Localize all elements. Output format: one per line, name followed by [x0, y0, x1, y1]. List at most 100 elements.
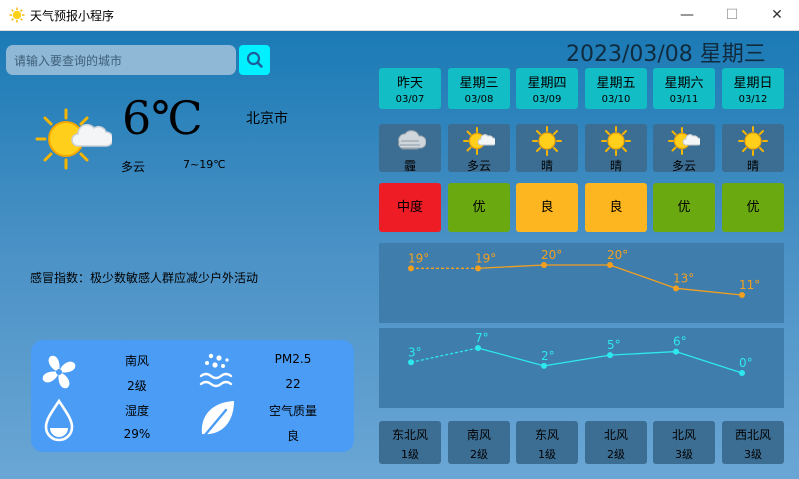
high-temp-point — [607, 262, 613, 268]
aqi-badge: 优 — [448, 183, 510, 232]
city-search-input[interactable] — [12, 50, 231, 72]
minimize-button[interactable]: — — [676, 4, 698, 26]
day-date: 03/07 — [395, 94, 425, 105]
search-box — [6, 45, 236, 75]
day-tab[interactable]: 星期五 03/10 — [585, 68, 647, 109]
day-tab[interactable]: 星期日 03/12 — [722, 68, 784, 109]
low-temp-point — [541, 362, 547, 369]
pm25-value: 22 — [285, 377, 301, 391]
low-temp-point — [607, 352, 613, 359]
low-temp-point — [673, 348, 679, 355]
date-heading: 2023/03/08 星期三 — [566, 42, 766, 67]
maximize-button[interactable]: ☐ — [721, 4, 743, 26]
high-temp-label: 19° — [475, 251, 496, 265]
day-date: 03/11 — [669, 94, 699, 105]
day-tab[interactable]: 昨天 03/07 — [379, 68, 441, 109]
high-temp-label: 20° — [607, 248, 628, 262]
low-temp-label: 3° — [408, 345, 422, 359]
pm25-label: PM2.5 — [274, 352, 312, 366]
fan-icon — [42, 355, 76, 389]
partly-cloudy-sun-icon — [35, 108, 112, 170]
high-temp-point — [475, 265, 481, 272]
day-weather-cell: 晴 — [516, 124, 578, 173]
city-name: 北京市 — [246, 111, 288, 127]
partly-cloudy-sun-icon — [668, 127, 700, 155]
day-wind-direction: 北风 — [603, 428, 628, 442]
humidity-drop-icon — [44, 398, 74, 442]
high-temp-label: 13° — [673, 271, 694, 285]
day-weather-label: 晴 — [540, 159, 553, 173]
day-weather-cell: 多云 — [653, 124, 715, 173]
close-button[interactable]: ✕ — [766, 4, 788, 26]
day-date: 03/09 — [532, 94, 562, 105]
aqi-badge: 优 — [653, 183, 715, 232]
wind-level: 2级 — [127, 379, 147, 393]
day-tab[interactable]: 星期三 03/08 — [448, 68, 510, 109]
air-quality-value: 良 — [286, 429, 299, 443]
day-wind-direction: 东北风 — [391, 428, 428, 442]
day-name: 星期五 — [596, 76, 636, 91]
day-name: 星期六 — [664, 76, 704, 91]
low-temp-segment — [477, 347, 545, 367]
low-temp-label: 6° — [673, 335, 687, 349]
high-temp-label: 20° — [541, 248, 562, 262]
day-name: 星期四 — [527, 76, 567, 91]
current-condition: 多云 — [121, 160, 146, 174]
low-temp-point — [739, 370, 745, 376]
day-wind-level: 3级 — [744, 448, 762, 461]
day-wind-level: 2级 — [607, 448, 625, 461]
high-temperature-line-chart: 19° 19° 20° 20° 13° 11° — [408, 248, 760, 298]
aqi-badge: 中度 — [379, 183, 441, 232]
humidity-value: 29% — [123, 427, 151, 441]
day-wind-level: 2级 — [470, 448, 488, 461]
low-temp-point — [475, 345, 481, 351]
low-temp-label: 0° — [739, 356, 753, 370]
day-name: 星期三 — [459, 76, 499, 91]
main-area: 2023/03/08 星期三 6℃ 北京市 多云 7~19℃ 感冒指数：极少数敏… — [0, 31, 799, 479]
sun-icon — [738, 126, 768, 156]
day-tab[interactable]: 星期四 03/09 — [516, 68, 578, 109]
low-temp-label: 2° — [541, 349, 555, 363]
day-wind-direction: 南风 — [466, 428, 491, 442]
day-wind-cell: 北风 2级 — [585, 421, 647, 464]
wind-direction: 南风 — [124, 354, 149, 368]
day-name: 星期日 — [733, 76, 773, 91]
high-temp-segment — [675, 287, 743, 296]
day-wind-cell: 东风 1级 — [516, 421, 578, 464]
high-temp-segment — [609, 264, 677, 289]
day-weather-label: 多云 — [466, 159, 491, 173]
high-temp-label: 19° — [408, 251, 429, 265]
day-wind-direction: 西北风 — [734, 428, 771, 442]
current-temperature: 6℃ — [122, 91, 203, 145]
day-wind-cell: 南风 2级 — [448, 421, 510, 464]
day-date: 03/08 — [464, 94, 494, 105]
day-date: 03/12 — [738, 94, 768, 105]
day-wind-cell: 北风 3级 — [653, 421, 715, 464]
day-wind-direction: 北风 — [671, 428, 696, 442]
pm25-particles-icon — [199, 353, 233, 388]
details-panel: 南风 2级 PM2.5 22 湿度 29% 空气质量 良 — [31, 340, 354, 452]
aqi-badge: 良 — [516, 183, 578, 232]
high-temp-label: 11° — [739, 278, 760, 292]
high-temp-segment — [477, 264, 545, 269]
search-button[interactable] — [239, 45, 270, 75]
day-weather-label: 晴 — [746, 159, 759, 173]
search-icon — [246, 51, 263, 68]
day-wind-direction: 东风 — [534, 428, 559, 442]
leaf-icon — [198, 401, 234, 443]
low-temp-label: 7° — [475, 331, 489, 345]
cold-index: 感冒指数：极少数敏感人群应减少户外活动 — [30, 271, 259, 285]
day-weather-cell: 晴 — [585, 124, 647, 173]
low-temp-segment — [675, 350, 743, 374]
day-tab[interactable]: 星期六 03/11 — [653, 68, 715, 109]
day-weather-cell: 晴 — [722, 124, 784, 173]
day-weather-label: 晴 — [609, 159, 622, 173]
day-wind-level: 3级 — [675, 448, 693, 461]
humidity-label: 湿度 — [124, 404, 149, 418]
sun-icon — [601, 126, 631, 156]
app-sun-icon — [9, 7, 25, 23]
day-wind-level: 1级 — [401, 448, 419, 461]
high-temp-point — [739, 292, 745, 298]
sun-icon — [532, 126, 562, 156]
day-name: 昨天 — [396, 76, 423, 91]
